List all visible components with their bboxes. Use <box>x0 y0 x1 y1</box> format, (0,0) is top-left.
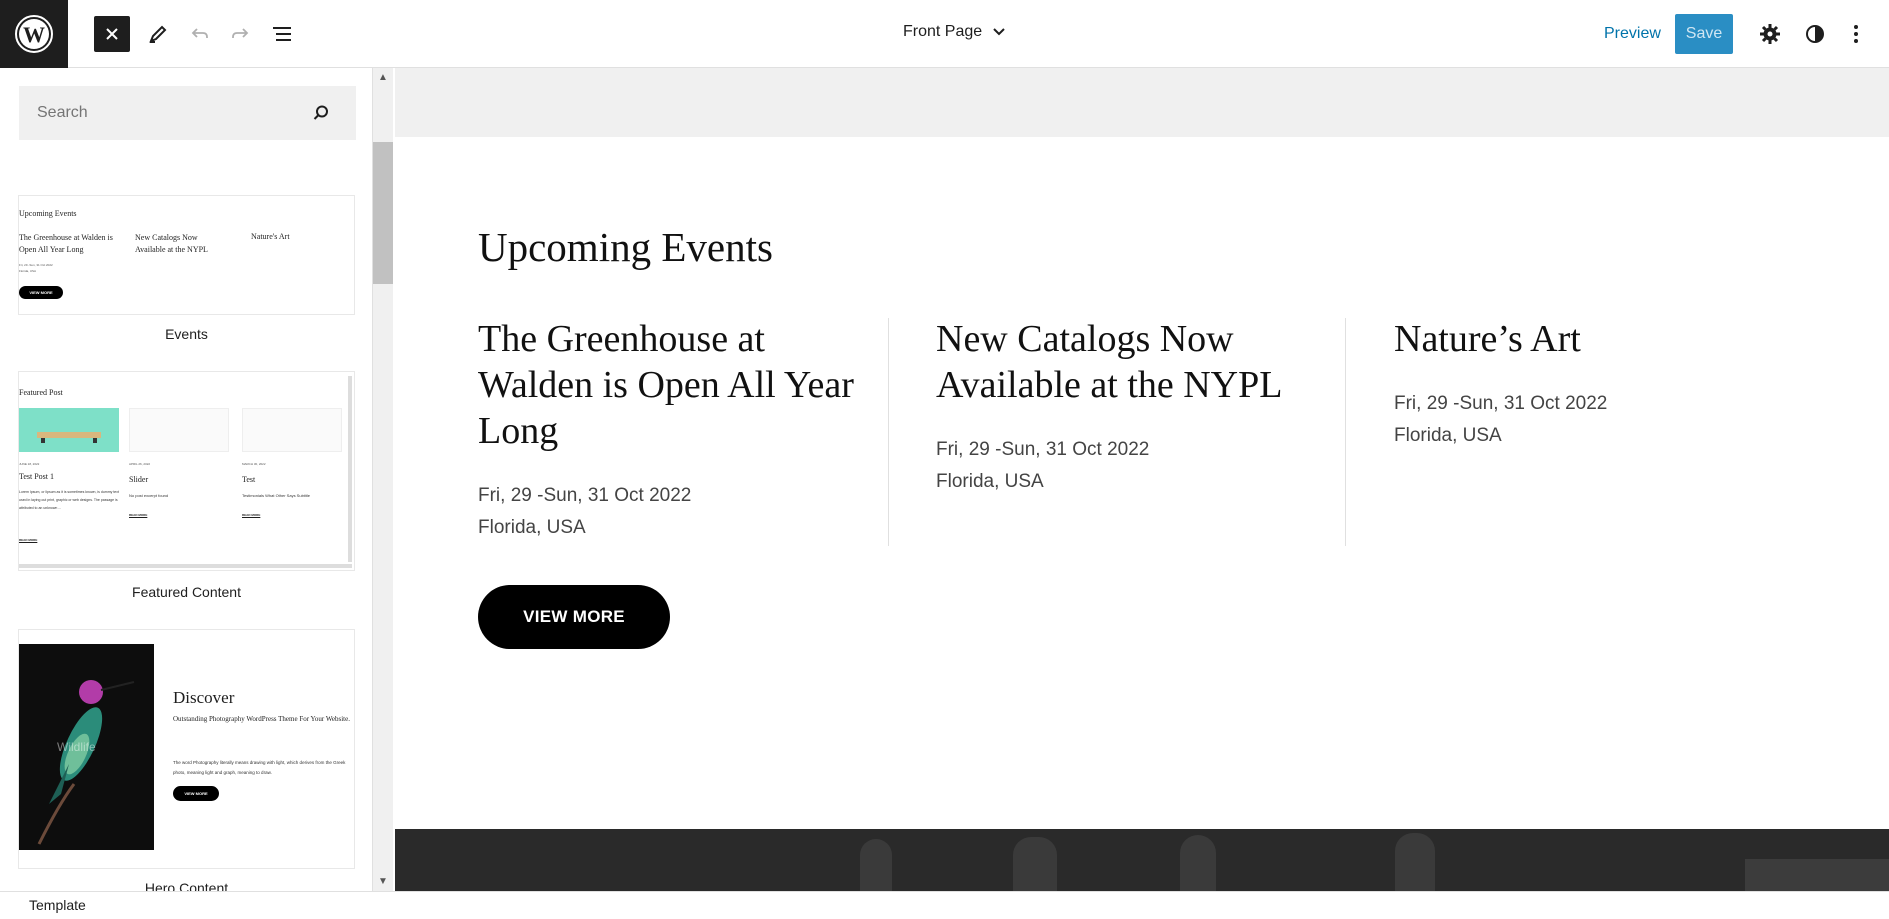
event-column[interactable]: New Catalogs Now Available at the NYPL F… <box>936 316 1346 498</box>
post-title: Test <box>242 475 256 484</box>
column-divider <box>1345 318 1346 546</box>
redo-button[interactable] <box>222 16 258 52</box>
wordpress-logo-icon[interactable]: W <box>0 0 68 68</box>
pattern-label: Hero Content <box>144 880 229 891</box>
pattern-preview-featured-content[interactable]: Featured Post JUNE 18, 2022 Test Post 1 … <box>18 371 355 571</box>
sidebar-scrollbar[interactable]: ▲ ▼ <box>373 68 393 891</box>
save-button[interactable]: Save <box>1675 14 1733 54</box>
event-title[interactable]: Nature’s Art <box>1394 316 1804 362</box>
dark-image-section <box>395 829 1889 891</box>
search-box <box>19 86 356 140</box>
scroll-down-arrow-icon[interactable]: ▼ <box>378 876 388 887</box>
image-watermark: Wildlife <box>57 740 96 754</box>
hero-heading: Discover <box>173 688 235 707</box>
pattern-label: Events <box>165 326 208 342</box>
breadcrumb-footer: Template <box>0 891 1889 919</box>
block-inserter-panel: Blocks Patterns Reusable Upcoming Events… <box>0 68 373 891</box>
hero-button: VIEW MORE <box>173 786 219 801</box>
post-title: Slider <box>129 475 149 484</box>
hero-body: The word Photography literally means dra… <box>173 760 346 775</box>
more-options-button[interactable] <box>1838 16 1874 52</box>
chevron-down-icon <box>993 28 1005 36</box>
post-thumbnail <box>19 408 119 452</box>
pattern-preview-hero-content[interactable]: Wildlife Discover Outstanding Photograph… <box>18 629 355 869</box>
post-excerpt: No post excerpt found <box>129 493 169 498</box>
preview-scrollbar <box>348 376 352 562</box>
scroll-up-arrow-icon[interactable]: ▲ <box>378 72 388 83</box>
svg-text:W: W <box>23 22 45 47</box>
pattern-label: Featured Content <box>132 584 241 600</box>
pattern-preview-events[interactable]: Upcoming Events The Greenhouse at Walden… <box>18 195 355 315</box>
search-icon[interactable] <box>312 104 330 122</box>
redo-icon <box>232 28 249 38</box>
post-title: Test Post 1 <box>19 472 54 481</box>
settings-button[interactable] <box>1752 16 1788 52</box>
preview-scrollbar <box>19 564 352 568</box>
document-title-dropdown[interactable]: Front Page <box>903 23 1006 41</box>
event-location: Florida, USA <box>936 471 1044 492</box>
hummingbird-image: Wildlife <box>19 644 154 850</box>
post-excerpt: Testimonials What Other Says Subtitle <box>242 493 311 498</box>
hero-subheading: Outstanding Photography WordPress Theme … <box>173 715 350 723</box>
event-location: Florida, USA <box>478 517 586 538</box>
event-column[interactable]: The Greenhouse at Walden is Open All Yea… <box>478 316 888 544</box>
event-date: Fri, 29 -Sun, 31 Oct 2022 <box>936 439 1150 460</box>
pattern-preview-button: VIEW MORE <box>19 286 63 299</box>
contrast-icon <box>1806 25 1824 43</box>
editor-canvas: Upcoming Events The Greenhouse at Walden… <box>395 68 1889 891</box>
post-read-more: READ MORE <box>242 513 261 517</box>
section-heading[interactable]: Upcoming Events <box>478 223 773 271</box>
event-title[interactable]: New Catalogs Now Available at the NYPL <box>936 316 1346 408</box>
pattern-preview-item: Nature's Art <box>251 232 290 241</box>
breadcrumb-item[interactable]: Template <box>29 897 86 913</box>
preview-button[interactable]: Preview <box>1594 16 1671 52</box>
pattern-preview-item: The Greenhouse at Walden is Open All Yea… <box>19 233 113 254</box>
event-column[interactable]: Nature’s Art Fri, 29 -Sun, 31 Oct 2022 F… <box>1394 316 1804 452</box>
close-inserter-button[interactable] <box>94 16 130 52</box>
pattern-preview-title: Featured Post <box>19 388 63 397</box>
event-date: Fri, 29 -Sun, 31 Oct 2022 <box>1394 393 1608 414</box>
view-more-button[interactable]: VIEW MORE <box>478 585 670 649</box>
pattern-preview-meta: Fri, 29 -Sun, 31 Oct 2022 Florida, USA <box>19 263 53 273</box>
pattern-preview-title: Upcoming Events <box>19 209 77 218</box>
search-input[interactable] <box>19 86 335 140</box>
event-date: Fri, 29 -Sun, 31 Oct 2022 <box>478 485 692 506</box>
post-thumbnail-placeholder <box>242 408 342 452</box>
pencil-icon <box>149 25 167 43</box>
canvas-top-area <box>395 68 1889 137</box>
column-divider <box>888 318 889 546</box>
list-view-icon <box>273 27 291 41</box>
close-icon <box>106 28 118 40</box>
list-view-button[interactable] <box>264 16 300 52</box>
event-title[interactable]: The Greenhouse at Walden is Open All Yea… <box>478 316 888 454</box>
edit-tools-button[interactable] <box>140 16 176 52</box>
event-location: Florida, USA <box>1394 425 1502 446</box>
post-date: APRIL 26, 2022 <box>129 462 151 466</box>
post-date: MARCH 30, 2022 <box>242 462 266 466</box>
document-title: Front Page <box>903 23 983 40</box>
post-read-more: READ MORE <box>129 513 148 517</box>
pattern-preview-item: New Catalogs Now Available at the NYPL <box>135 233 208 254</box>
gear-icon <box>1760 24 1780 44</box>
styles-button[interactable] <box>1797 16 1833 52</box>
post-excerpt: Lorem Ipsum, or lipsum as it is sometime… <box>19 490 119 510</box>
post-date: JUNE 18, 2022 <box>19 462 40 466</box>
post-read-more: READ MORE <box>19 538 38 542</box>
undo-icon <box>191 28 208 38</box>
post-thumbnail-placeholder <box>129 408 229 452</box>
events-section[interactable]: Upcoming Events The Greenhouse at Walden… <box>395 137 1889 829</box>
scrollbar-thumb[interactable] <box>373 142 393 284</box>
editor-header: W Front Page Preview Save <box>0 0 1889 68</box>
undo-button[interactable] <box>182 16 218 52</box>
more-vertical-icon <box>1854 25 1858 43</box>
